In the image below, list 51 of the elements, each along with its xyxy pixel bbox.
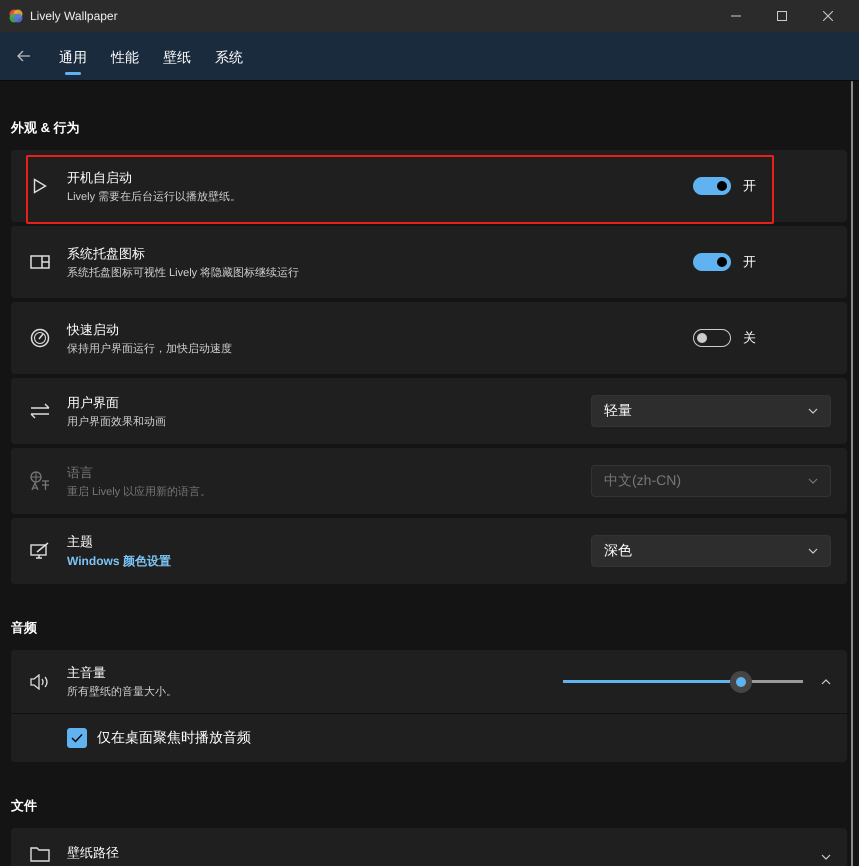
toggle-switch[interactable] bbox=[693, 177, 731, 195]
chevron-up-icon[interactable] bbox=[821, 678, 831, 684]
chevron-down-icon[interactable] bbox=[821, 854, 831, 860]
window-panel-icon bbox=[29, 254, 51, 270]
app-logo-icon bbox=[8, 8, 24, 24]
setting-title: 主音量 bbox=[67, 664, 107, 682]
setting-description: 重启 Lively 以应用新的语言。 bbox=[67, 484, 212, 498]
section-heading: 文件 bbox=[11, 797, 38, 815]
section-heading: 音频 bbox=[11, 619, 38, 637]
back-arrow-icon[interactable] bbox=[17, 50, 31, 62]
language-icon bbox=[29, 471, 51, 491]
setting-description: Lively 需要在后台运行以播放壁纸。 bbox=[67, 190, 242, 204]
maximize-icon[interactable] bbox=[777, 11, 787, 21]
setting-description: 用户界面效果和动画 bbox=[67, 414, 167, 428]
nav-tab[interactable]: 壁纸 bbox=[155, 39, 199, 79]
dropdown[interactable]: 轻量 bbox=[591, 395, 831, 427]
setting-title: 系统托盘图标 bbox=[67, 244, 146, 262]
toggle-switch[interactable] bbox=[693, 253, 731, 271]
section-heading: 外观 & 行为 bbox=[11, 119, 81, 137]
swap-arrows-icon bbox=[29, 403, 51, 419]
toggle-state-label: 关 bbox=[743, 329, 756, 347]
window-title: Lively Wallpaper bbox=[30, 9, 118, 23]
toggle-switch[interactable] bbox=[693, 329, 731, 347]
nav-tab[interactable]: 性能 bbox=[103, 39, 147, 79]
setting-title: 语言 bbox=[67, 464, 94, 482]
dropdown[interactable]: 深色 bbox=[591, 535, 831, 567]
setting-title: 用户界面 bbox=[67, 394, 120, 412]
setting-title: 主题 bbox=[67, 532, 94, 550]
nav-tab[interactable]: 系统 bbox=[207, 39, 251, 79]
setting-title: 快速启动 bbox=[67, 320, 120, 338]
monitor-brush-icon bbox=[29, 542, 51, 560]
folder-icon bbox=[29, 846, 51, 862]
checkbox-label: 仅在桌面聚焦时播放音频 bbox=[97, 729, 251, 747]
chevron-down-icon bbox=[808, 408, 818, 414]
check-icon bbox=[71, 733, 83, 743]
slider-thumb[interactable] bbox=[730, 670, 752, 692]
chevron-down-icon bbox=[808, 478, 818, 484]
nav-tab[interactable]: 通用 bbox=[51, 39, 95, 79]
setting-description: 保持用户界面运行，加快启动速度 bbox=[67, 342, 233, 356]
checkbox[interactable] bbox=[67, 728, 87, 748]
scrollbar[interactable] bbox=[851, 81, 853, 866]
color-settings-link[interactable]: Windows 颜色设置 bbox=[67, 552, 591, 570]
toggle-state-label: 开 bbox=[743, 177, 756, 195]
setting-title: 开机自启动 bbox=[67, 168, 133, 186]
toggle-state-label: 开 bbox=[743, 253, 756, 271]
setting-description: 所有壁纸的音量大小。 bbox=[67, 684, 178, 699]
chevron-down-icon bbox=[808, 548, 818, 554]
setting-title: 壁纸路径 bbox=[67, 844, 120, 862]
gauge-icon bbox=[29, 328, 51, 348]
close-icon[interactable] bbox=[823, 11, 833, 21]
setting-description: 系统托盘图标可视性 Lively 将隐藏图标继续运行 bbox=[67, 266, 300, 280]
